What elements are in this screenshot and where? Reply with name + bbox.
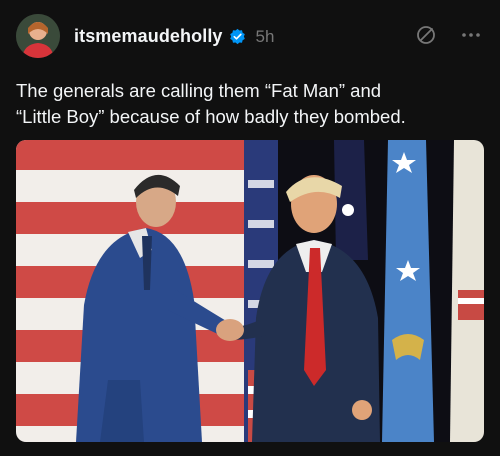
thread-post: itsmemaudeholly 5h The generals are call… [0, 0, 500, 456]
dark-flag-icon [334, 140, 368, 260]
post-image[interactable] [16, 140, 484, 442]
username[interactable]: itsmemaudeholly [74, 26, 223, 47]
handshake-photo [16, 140, 484, 442]
avatar-image [16, 14, 60, 58]
avatar[interactable] [16, 14, 60, 58]
flag-edge-icon [450, 140, 484, 442]
post-timestamp: 5h [255, 26, 275, 46]
caption-line: The generals are calling them “Fat Man” … [16, 80, 382, 101]
more-options-icon[interactable] [460, 24, 482, 46]
handshake [216, 319, 244, 341]
post-header: itsmemaudeholly 5h [74, 26, 274, 47]
blue-flag-icon [382, 140, 434, 442]
post-caption: The generals are calling them “Fat Man” … [16, 78, 484, 130]
mute-icon[interactable] [415, 24, 437, 46]
verified-badge-icon [229, 28, 245, 45]
caption-line: “Little Boy” because of how badly they b… [16, 106, 406, 127]
